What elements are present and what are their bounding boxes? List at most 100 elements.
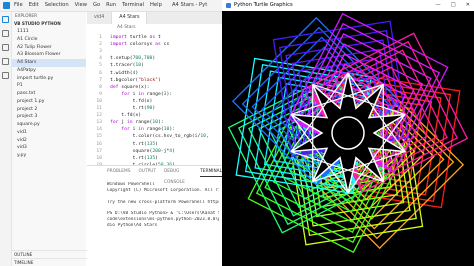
- file-item[interactable]: project 2: [12, 106, 86, 114]
- menu-item-run[interactable]: Run: [106, 0, 116, 11]
- vscode-logo-icon: [3, 2, 10, 9]
- code-line: t.rt(135): [110, 155, 158, 161]
- code-line: for i in range(3):: [121, 91, 173, 97]
- file-item[interactable]: square.py: [12, 121, 86, 129]
- menu-item-edit[interactable]: Edit: [29, 0, 39, 11]
- file-item[interactable]: vid1: [12, 129, 86, 137]
- file-item[interactable]: A3 Blossom Flower: [12, 51, 86, 59]
- activity-bar: [0, 12, 12, 266]
- line-number: 12: [96, 113, 102, 119]
- file-item[interactable]: vid2: [12, 137, 86, 145]
- line-number: 4: [99, 56, 102, 62]
- close-icon[interactable]: ✕: [466, 0, 470, 11]
- source-control-icon[interactable]: [2, 44, 9, 51]
- file-item[interactable]: A4 Stars: [12, 59, 86, 67]
- file-item[interactable]: A2 Tulip Flower: [12, 44, 86, 52]
- file-item[interactable]: A1 Circle: [12, 36, 86, 44]
- line-number: 10: [96, 98, 102, 104]
- line-number: 1: [99, 35, 102, 40]
- center-circle: [331, 116, 365, 150]
- turtle-canvas: [222, 11, 474, 266]
- line-number: 2: [99, 42, 102, 48]
- line-number: 13: [96, 120, 102, 126]
- minimize-icon[interactable]: —: [436, 0, 441, 11]
- line-number: 5: [99, 63, 102, 69]
- code-line: t.setup(700,700): [110, 56, 156, 62]
- maximize-icon[interactable]: □: [451, 0, 456, 11]
- terminal-line: Try the new cross-platform PowerShell ht…: [107, 199, 219, 205]
- bottom-panel: PROBLEMS OUTPUT DEBUG CONSOLE TERMINAL Wind…: [87, 165, 222, 266]
- code-line: for i in range(10):: [121, 127, 175, 133]
- explorer-icon[interactable]: [2, 16, 9, 23]
- menu-list: File Edit Selection View Go Run Terminal Help: [14, 0, 162, 11]
- turtle-drawing: [227, 12, 469, 254]
- line-number: 3: [99, 49, 102, 55]
- code-line: import turtle as t: [110, 35, 161, 40]
- turtle-window: Python Turtle Graphics — □ ✕: [222, 0, 474, 266]
- line-number: 11: [96, 106, 102, 111]
- editor-tabs: vid4 A4 Stars: [87, 12, 222, 24]
- code-line: t.color(cs.hsv_to_rgb(i/10,: [110, 134, 209, 140]
- panel-tab[interactable]: OUTPUT: [138, 166, 156, 177]
- editor-tab[interactable]: A4 Stars: [112, 12, 148, 24]
- file-item[interactable]: vid3: [12, 144, 86, 152]
- workspace-section[interactable]: VB STUDIO PYTHON: [12, 20, 86, 28]
- code-line: for j in range(10):: [110, 120, 164, 126]
- panel-tabs: PROBLEMS OUTPUT DEBUG CONSOLE TERMINAL: [87, 166, 222, 185]
- code-line: square(200-j*4): [110, 148, 175, 154]
- menu-item-go[interactable]: Go: [93, 0, 100, 11]
- code-line: t.bgcolor("black"): [110, 77, 161, 83]
- menu-item-help[interactable]: Help: [150, 0, 162, 11]
- file-item[interactable]: y.py: [12, 152, 86, 160]
- window-title: A4 Stars - Pyt: [172, 2, 208, 8]
- code-line: t.rt(135): [110, 141, 158, 147]
- line-number: 6: [99, 70, 102, 76]
- panel-tab[interactable]: PROBLEMS: [107, 166, 130, 177]
- turtle-feather-icon: [226, 3, 231, 8]
- file-item[interactable]: project 1.py: [12, 98, 86, 106]
- file-item[interactable]: pass.txt: [12, 90, 86, 98]
- code-line: t.fd(x): [110, 113, 142, 119]
- menu-item-view[interactable]: View: [75, 0, 87, 11]
- window-controls: — □ ✕: [436, 0, 470, 11]
- terminal[interactable]: Windows PowerShell Copyright (C) Microsof…: [107, 182, 219, 230]
- breadcrumb[interactable]: A4 Stars: [87, 24, 222, 32]
- extensions-icon[interactable]: [2, 72, 9, 79]
- turtle-window-title: Python Turtle Graphics: [234, 2, 293, 8]
- file-item[interactable]: 1111: [12, 28, 86, 36]
- menu-item-terminal[interactable]: Terminal: [122, 0, 144, 11]
- terminal-line: Copyright (C) Microsoft Corporation. All…: [107, 188, 219, 194]
- menu-item-selection[interactable]: Selection: [45, 0, 69, 11]
- code-line: def square(x):: [110, 84, 150, 90]
- explorer-heading: EXPLORER: [15, 13, 37, 18]
- code-line: import colorsys as cs: [110, 42, 170, 48]
- panel-tab[interactable]: TERMINAL: [200, 166, 222, 177]
- file-list: 1111 A1 Circle A2 Tulip Flower A3 Blossom F…: [12, 28, 86, 160]
- line-number: 15: [96, 134, 102, 140]
- line-number: 8: [99, 84, 102, 90]
- line-number: 17: [96, 148, 102, 154]
- code-line: t.fd(x): [110, 98, 153, 104]
- line-number: 16: [96, 141, 102, 147]
- vscode-window: File Edit Selection View Go Run Terminal Help A…: [0, 0, 222, 266]
- panel-tab[interactable]: DEBUG CONSOLE: [164, 166, 192, 185]
- run-debug-icon[interactable]: [2, 58, 9, 65]
- file-item[interactable]: import turtle.py: [12, 75, 86, 83]
- code-line: t.tracer(10): [110, 63, 144, 69]
- terminal-line: dio Python\A4 Stars: [107, 223, 158, 229]
- menu-item-file[interactable]: File: [14, 0, 23, 11]
- menu-bar: File Edit Selection View Go Run Terminal Help A…: [0, 0, 222, 12]
- code-editor[interactable]: 1 import turtle as t 2 import colorsys as c…: [87, 34, 222, 174]
- file-item[interactable]: P1: [12, 82, 86, 90]
- editor-tab[interactable]: vid4: [87, 12, 113, 24]
- file-item[interactable]: A4Patpy: [12, 67, 86, 75]
- line-number: 18: [96, 155, 102, 161]
- code-line: t.rt(90): [110, 106, 156, 111]
- code-line: t.width(4): [110, 70, 139, 76]
- timeline-section[interactable]: TIMELINE: [12, 258, 88, 266]
- line-number: 14: [96, 127, 102, 133]
- line-number: 9: [99, 91, 102, 97]
- file-item[interactable]: project 3: [12, 113, 86, 121]
- search-icon[interactable]: [2, 30, 9, 37]
- explorer-panel: EXPLORER VB STUDIO PYTHON 1111 A1 Circle A…: [12, 12, 88, 266]
